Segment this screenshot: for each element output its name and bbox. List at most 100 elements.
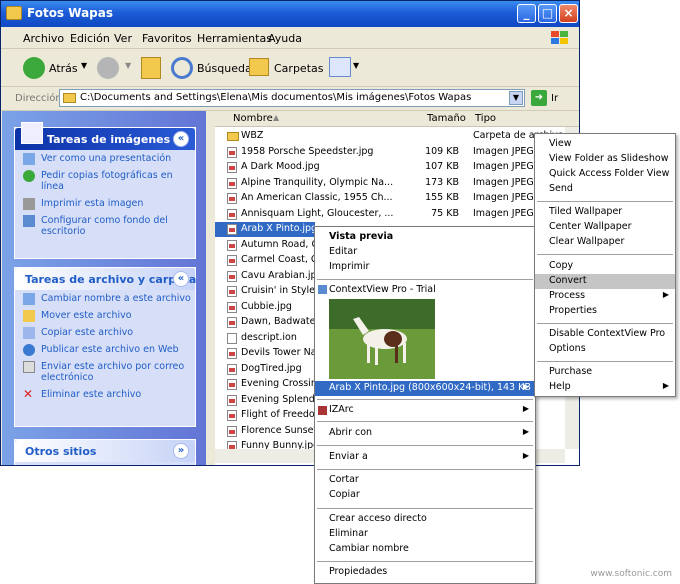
forward-dropdown-icon[interactable]: ▼ [125,61,131,70]
submenu-clear-wallpaper[interactable]: Clear Wallpaper [535,235,675,250]
submenu-convert[interactable]: Convert [535,274,675,289]
menu-delete[interactable]: Eliminar [315,527,535,542]
collapse-icon[interactable]: « [173,271,189,287]
task-order-prints[interactable]: Pedir copias fotográficas en línea [15,167,195,195]
image-file-icon [227,162,237,173]
folder-icon [6,6,22,20]
image-file-icon [227,208,237,220]
search-icon[interactable] [171,57,193,79]
submenu-properties[interactable]: Properties [535,304,675,319]
collapse-icon[interactable]: « [173,131,189,147]
menu-ayuda[interactable]: Ayuda [268,32,302,45]
file-size: 107 KB [425,161,459,172]
submenu-disable[interactable]: Disable ContextView Pro [535,327,675,342]
menu-send-to[interactable]: Enviar a ▶ [315,450,535,465]
maximize-button[interactable]: □ [538,4,557,23]
forward-arrow-icon[interactable] [97,57,119,79]
submenu-help[interactable]: Help ▶ [535,380,675,395]
menu-preview-file[interactable]: Arab X Pinto.jpg (800x600x24-bit), 143 K… [315,381,535,396]
task-set-wallpaper[interactable]: Configurar como fondo del escritorio [15,212,195,240]
back-arrow-icon[interactable] [23,57,45,79]
submenu-center-wallpaper[interactable]: Center Wallpaper [535,220,675,235]
image-file-icon [227,255,237,266]
menu-properties[interactable]: Propiedades [315,565,535,580]
menu-edicion[interactable]: Edición [70,32,110,45]
menu-izarc[interactable]: IZArc ▶ [315,403,535,418]
submenu-copy[interactable]: Copy [535,259,675,274]
up-folder-icon[interactable] [141,57,161,79]
menu-preview[interactable]: Vista previa [315,230,535,245]
address-dropdown-icon[interactable]: ▼ [509,91,523,105]
menu-open-with[interactable]: Abrir con ▶ [315,426,535,441]
menu-ver[interactable]: Ver [114,32,132,45]
task-email[interactable]: Enviar este archivo por correo electróni… [15,358,195,386]
submenu-view[interactable]: View [535,137,675,152]
file-row[interactable]: Annisquam Light, Gloucester, ... 75 KB Ima… [215,207,567,222]
submenu-process[interactable]: Process ▶ [535,289,675,304]
task-delete[interactable]: ✕ Eliminar este archivo [15,386,195,403]
column-header: Nombre ▲ Tamaño Tipo [215,111,579,127]
back-dropdown-icon[interactable]: ▼ [81,61,87,70]
back-button[interactable]: Atrás [49,62,78,75]
task-print[interactable]: Imprimir esta imagen [15,195,195,212]
menu-favoritos[interactable]: Favoritos [142,32,192,45]
folders-icon[interactable] [249,58,269,76]
menu-herramientas[interactable]: Herramientas [197,32,272,45]
submenu-tiled-wallpaper[interactable]: Tiled Wallpaper [535,205,675,220]
file-row[interactable]: An American Classic, 1955 Ch... 155 KB Ima… [215,191,567,206]
task-slideshow[interactable]: Ver como una presentación [15,150,195,167]
task-move[interactable]: Mover este archivo [15,307,195,324]
email-icon [23,361,35,373]
image-file-icon [227,317,237,328]
task-copy[interactable]: Copiar este archivo [15,324,195,341]
menu-edit[interactable]: Editar [315,245,535,260]
contextview-icon [318,285,327,294]
menu-rename[interactable]: Cambiar nombre [315,542,535,557]
column-type[interactable]: Tipo [475,113,496,124]
task-publish[interactable]: Publicar este archivo en Web [15,341,195,358]
address-input[interactable]: C:\Documents and Settings\Elena\Mis docu… [59,89,525,107]
file-row[interactable]: Alpine Tranquility, Olympic Na... 173 KB I… [215,176,567,191]
file-name: WBZ [241,130,264,141]
expand-icon[interactable]: » [173,443,189,459]
submenu-quick-access[interactable]: Quick Access Folder View [535,167,675,182]
file-row[interactable]: A Dark Mood.jpg 107 KB Imagen JPEG [215,160,567,175]
file-row[interactable]: 1958 Porsche Speedster.jpg 109 KB Imagen J… [215,145,567,160]
title-bar[interactable]: Fotos Wapas _ □ × [1,1,579,27]
file-row[interactable]: Arab X Pinto.jpg144 KBImagen JPEG [215,222,534,237]
menu-archivo[interactable]: Archivo [23,32,64,45]
other-places-header[interactable]: Otros sitios » [15,440,195,462]
folder-icon [227,132,239,141]
file-tasks-header[interactable]: Tareas de archivo y carpeta « [15,268,196,290]
column-name[interactable]: Nombre [233,113,273,124]
folders-button[interactable]: Carpetas [274,62,323,75]
search-button[interactable]: Búsqueda [197,62,252,75]
menu-cut[interactable]: Cortar [315,473,535,488]
file-row[interactable]: WBZ Carpeta de archivo [215,129,567,144]
minimize-button[interactable]: _ [517,4,536,23]
image-tasks-icon [21,122,43,144]
delete-icon: ✕ [23,387,34,401]
file-name: Arab X Pinto.jpg [241,223,318,234]
go-button[interactable]: Ir [551,93,558,104]
menu-bar: Archivo Edición Ver Favoritos Herramient… [1,27,579,49]
go-arrow-icon[interactable]: ➜ [531,90,547,106]
views-icon[interactable] [329,57,351,77]
image-file-icon [227,301,237,313]
address-bar: Dirección C:\Documents and Settings\Elen… [1,87,579,111]
menu-copy[interactable]: Copiar [315,488,535,503]
copy-icon [23,327,35,339]
submenu-options[interactable]: Options [535,342,675,357]
views-dropdown-icon[interactable]: ▼ [353,61,359,70]
file-name: Annisquam Light, Gloucester, ... [241,207,394,219]
submenu-send[interactable]: Send [535,182,675,197]
menu-print[interactable]: Imprimir [315,260,535,275]
submenu-purchase[interactable]: Purchase [535,365,675,380]
task-rename[interactable]: Cambiar nombre a este archivo [15,290,195,307]
submenu-slideshow[interactable]: View Folder as Slideshow [535,152,675,167]
image-tasks-header[interactable]: Tareas de imágenes « [15,122,195,150]
image-file-icon [227,177,237,189]
column-size[interactable]: Tamaño [427,113,466,124]
menu-create-shortcut[interactable]: Crear acceso directo [315,512,535,527]
close-button[interactable]: × [559,4,578,23]
